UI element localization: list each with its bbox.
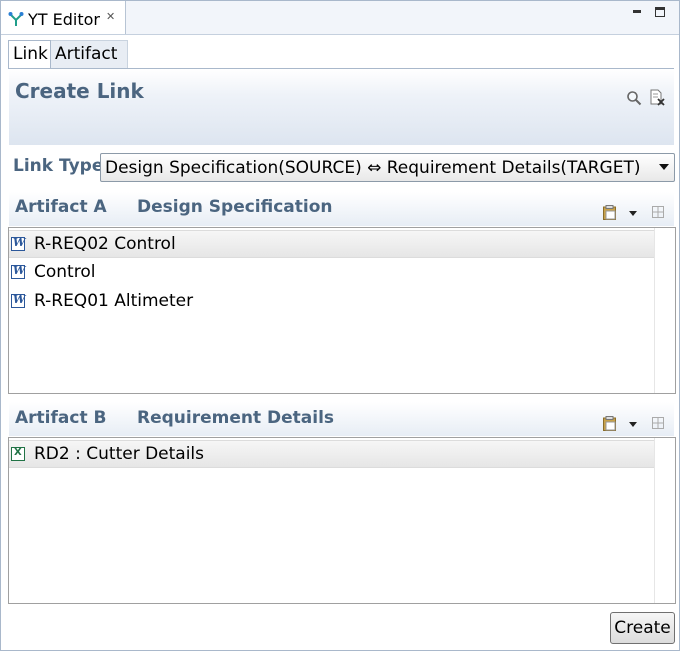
dropdown-arrow-icon[interactable]	[629, 422, 637, 427]
paste-icon[interactable]	[603, 416, 616, 431]
tab-artifact[interactable]: Artifact	[50, 40, 128, 68]
search-icon[interactable]	[626, 90, 642, 106]
artifact-a-label: Artifact A	[15, 197, 107, 217]
list-item-label: Control	[34, 262, 96, 282]
view-tab-title: YT Editor	[28, 10, 100, 29]
word-document-icon	[11, 236, 25, 251]
maximize-icon[interactable]	[655, 7, 665, 17]
artifact-b-type: Requirement Details	[137, 408, 335, 428]
minimize-icon[interactable]	[631, 5, 643, 17]
page-title: Create Link	[15, 79, 144, 103]
artifact-a-list[interactable]: R-REQ02 Control Control R-REQ01 Altimete…	[8, 227, 676, 394]
view-tab-yt-editor[interactable]: YT Editor ✕	[1, 1, 126, 34]
artifact-b-header	[9, 402, 674, 436]
word-document-icon	[11, 293, 25, 308]
excel-document-icon	[11, 447, 25, 461]
artifact-a-type: Design Specification	[137, 197, 333, 217]
tab-link[interactable]: Link	[8, 40, 51, 68]
scrollbar[interactable]	[654, 228, 675, 393]
list-item[interactable]: R-REQ02 Control	[9, 230, 668, 258]
yt-editor-icon	[8, 12, 24, 26]
list-item-label: R-REQ02 Control	[34, 234, 176, 254]
chevron-down-icon	[659, 164, 669, 170]
grid-icon[interactable]	[652, 417, 664, 429]
dropdown-arrow-icon[interactable]	[629, 211, 637, 216]
clear-form-icon[interactable]	[649, 89, 665, 106]
artifact-b-list[interactable]: RD2 : Cutter Details	[8, 437, 676, 604]
artifact-b-label: Artifact B	[15, 408, 107, 428]
list-item[interactable]: R-REQ01 Altimeter	[9, 288, 668, 316]
word-document-icon	[11, 264, 25, 279]
link-type-label: Link Type	[13, 156, 104, 176]
scrollbar[interactable]	[654, 438, 675, 603]
list-item[interactable]: Control	[9, 259, 668, 287]
close-icon[interactable]: ✕	[106, 10, 115, 23]
grid-icon[interactable]	[652, 206, 664, 218]
link-type-dropdown[interactable]: Design Specification(SOURCE) ⇔ Requireme…	[100, 153, 675, 182]
list-item[interactable]: RD2 : Cutter Details	[9, 440, 668, 468]
artifact-a-header	[9, 192, 674, 226]
paste-icon[interactable]	[603, 205, 616, 220]
link-type-value: Design Specification(SOURCE) ⇔ Requireme…	[105, 158, 641, 178]
list-item-label: R-REQ01 Altimeter	[34, 291, 194, 311]
create-button[interactable]: Create	[610, 612, 675, 644]
list-item-label: RD2 : Cutter Details	[34, 444, 205, 464]
